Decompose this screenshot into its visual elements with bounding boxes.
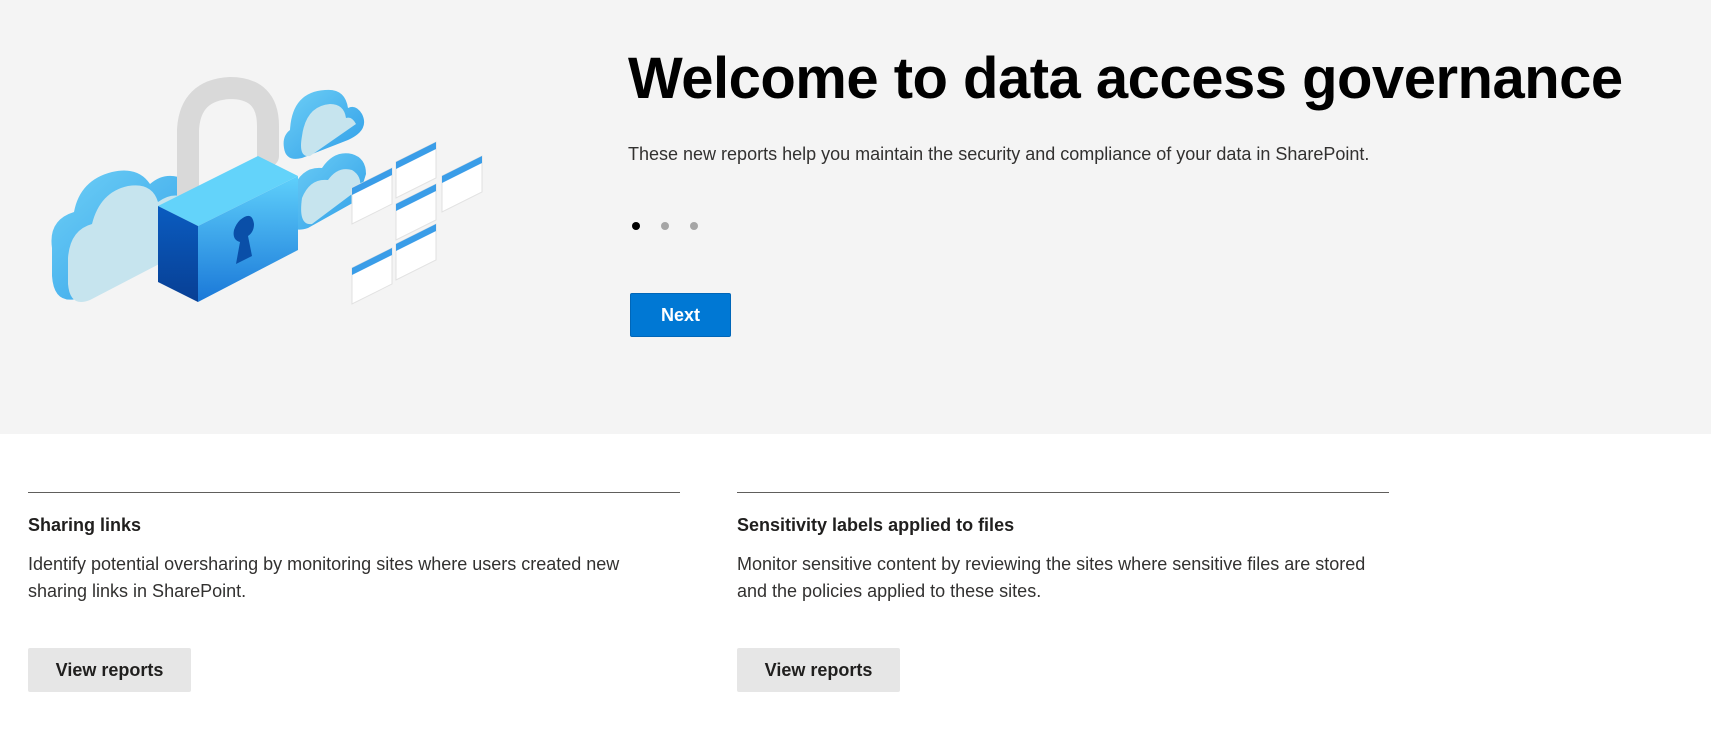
card-description: Identify potential oversharing by monito…: [28, 554, 620, 601]
hero-text: Welcome to data access governance These …: [628, 40, 1688, 166]
lock-cloud-illustration-icon: [51, 76, 483, 305]
document-tiles-icon: [351, 141, 483, 305]
card-divider: [737, 492, 1389, 493]
carousel-dot-3[interactable]: [690, 222, 698, 230]
carousel-dot-1[interactable]: [632, 222, 640, 230]
card-description: Monitor sensitive content by reviewing t…: [737, 554, 1366, 601]
card-divider: [28, 492, 680, 493]
next-button[interactable]: Next: [630, 293, 731, 337]
hero-subtitle: These new reports help you maintain the …: [628, 144, 1370, 164]
view-reports-button[interactable]: View reports: [737, 648, 900, 692]
card-title: Sharing links: [28, 515, 142, 535]
carousel-dot-2[interactable]: [661, 222, 669, 230]
view-reports-button[interactable]: View reports: [28, 648, 191, 692]
cloud-small-icon: [283, 89, 365, 159]
card-sensitivity-labels: Sensitivity labels applied to files Moni…: [737, 492, 1389, 692]
card-title: Sensitivity labels applied to files: [737, 515, 1015, 535]
card-sharing-links: Sharing links Identify potential oversha…: [28, 492, 680, 692]
hero-banner: Welcome to data access governance These …: [0, 0, 1711, 434]
page-title: Welcome to data access governance: [628, 46, 1623, 111]
carousel-indicator: [632, 222, 698, 230]
